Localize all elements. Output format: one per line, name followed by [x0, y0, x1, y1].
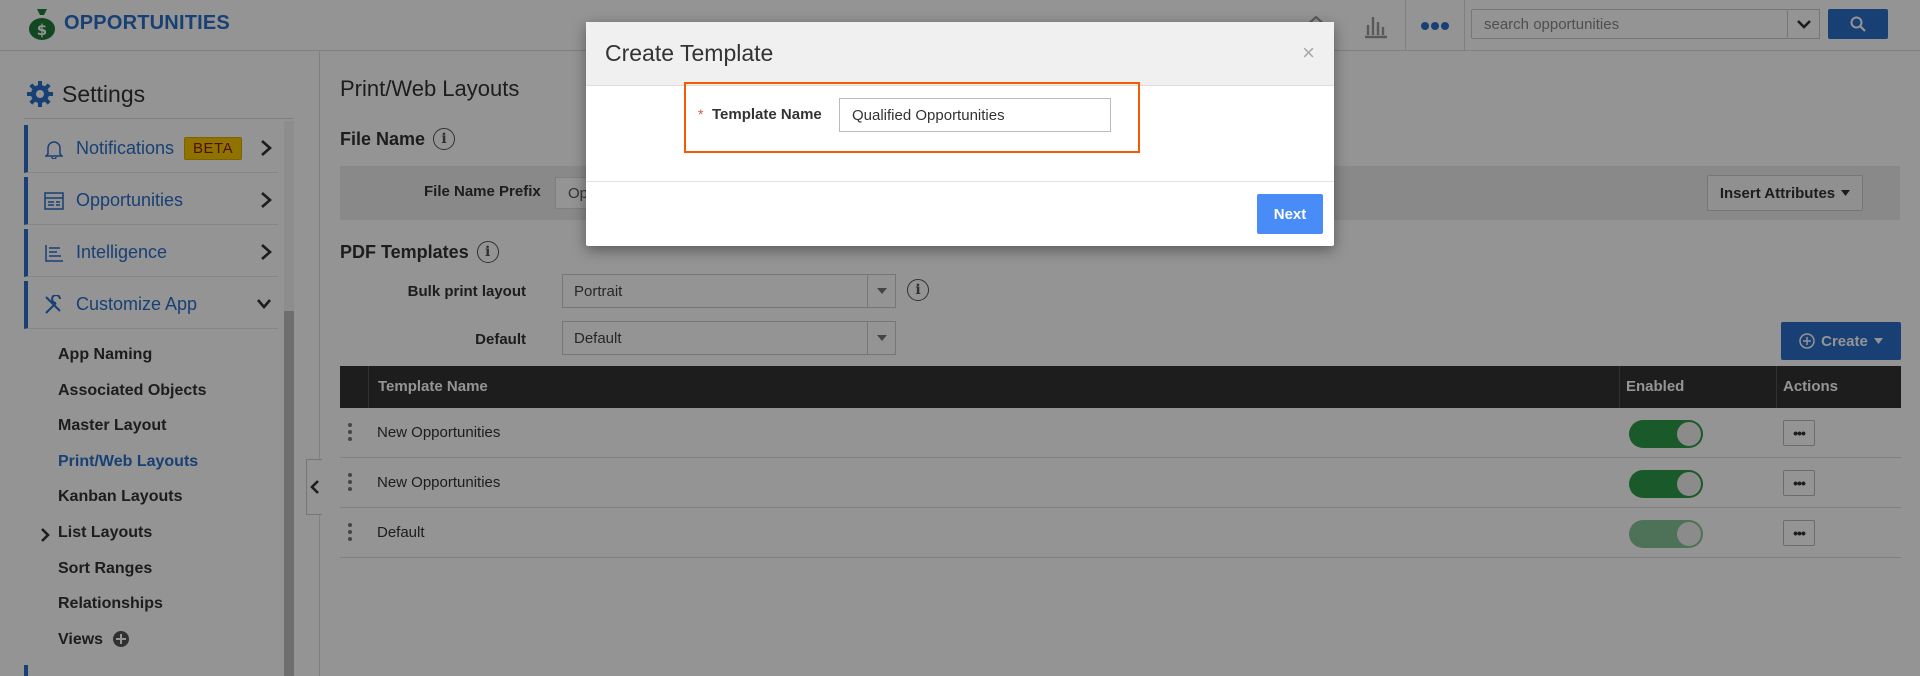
- required-marker: *: [698, 106, 704, 122]
- template-name-input[interactable]: [839, 98, 1111, 132]
- dialog-footer-divider: [586, 181, 1334, 182]
- create-template-dialog: Create Template × * Template Name Next: [586, 22, 1334, 246]
- dialog-header: Create Template ×: [586, 22, 1334, 86]
- close-icon[interactable]: ×: [1302, 40, 1315, 66]
- template-name-label: Template Name: [712, 106, 822, 123]
- dialog-title: Create Template: [605, 40, 774, 66]
- next-button[interactable]: Next: [1257, 194, 1323, 234]
